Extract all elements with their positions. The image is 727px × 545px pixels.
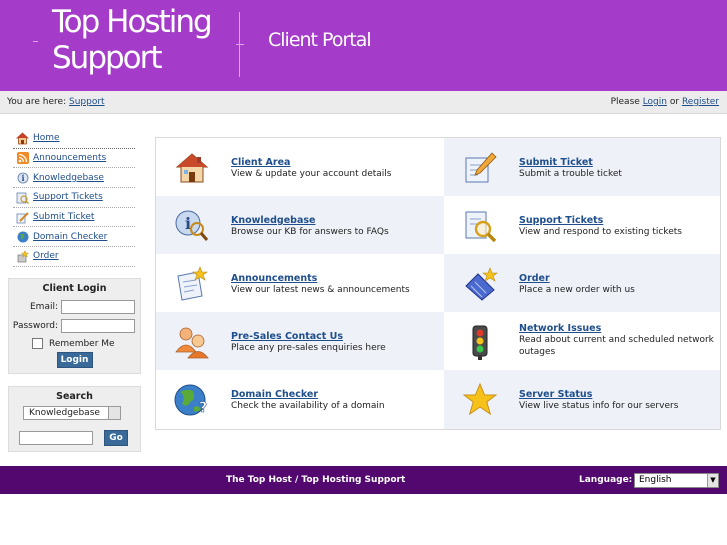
client-login-title: Client Login <box>42 283 107 294</box>
tile-desc: View and respond to existing tickets <box>519 227 682 237</box>
password-field[interactable] <box>61 319 135 333</box>
sidebar-item-announcements[interactable]: Announcements <box>13 149 135 169</box>
info-magnifier-icon: i <box>174 208 210 244</box>
sidebar-item-order[interactable]: Order <box>13 247 135 267</box>
chevron-down-icon <box>108 407 120 419</box>
tile-desc: Place a new order with us <box>519 285 635 295</box>
search-title: Search <box>56 391 93 402</box>
footer: The Top Host / Top Hosting Support Langu… <box>0 466 727 494</box>
tile-title[interactable]: Order <box>519 273 719 284</box>
tile-desc: Check the availability of a domain <box>231 401 385 411</box>
tile-title[interactable]: Network Issues <box>519 323 719 334</box>
portal-title: Client Portal <box>268 29 372 51</box>
order-box-icon <box>462 266 498 302</box>
house-icon <box>174 150 210 186</box>
search-input[interactable] <box>19 431 93 445</box>
sidebar-nav: Home Announcements i Knowledgebase Suppo… <box>13 129 135 267</box>
tile-submit-ticket[interactable]: Submit Ticket Submit a trouble ticket <box>444 138 720 196</box>
tile-title[interactable]: Pre-Sales Contact Us <box>231 331 431 342</box>
svg-text:?: ? <box>199 400 207 416</box>
ticket-magnifier-icon <box>462 208 498 244</box>
tile-desc: Browse our KB for answers to FAQs <box>231 227 389 237</box>
password-label: Password: <box>12 321 58 331</box>
sidebar-item-home[interactable]: Home <box>13 129 135 149</box>
tile-pre-sales-contact[interactable]: Pre-Sales Contact Us Place any pre-sales … <box>156 312 444 370</box>
star-icon <box>462 382 498 418</box>
tile-title[interactable]: Announcements <box>231 273 431 284</box>
tile-client-area[interactable]: Client Area View & update your account de… <box>156 138 444 196</box>
breadcrumb: You are here: Support <box>7 97 105 107</box>
footer-credit: The Top Host / Top Hosting Support <box>226 475 406 485</box>
tile-support-tickets[interactable]: Support Tickets View and respond to exist… <box>444 196 720 254</box>
search-scope-select[interactable]: Knowledgebase <box>23 406 121 420</box>
rss-icon <box>16 152 29 165</box>
email-label: Email: <box>29 302 58 312</box>
order-icon <box>16 249 29 263</box>
login-link[interactable]: Login <box>643 97 667 107</box>
tile-order[interactable]: Order Place a new order with us <box>444 254 720 312</box>
tile-title[interactable]: Client Area <box>231 157 431 168</box>
tile-server-status[interactable]: Server Status View live status info for o… <box>444 370 720 429</box>
knowledgebase-icon: i <box>16 171 29 184</box>
remember-me-checkbox[interactable] <box>32 338 43 349</box>
breadcrumb-bar: You are here: Support Please Login or Re… <box>0 91 727 114</box>
language-label: Language: <box>579 475 633 485</box>
remember-me-label: Remember Me <box>49 338 115 349</box>
tile-knowledgebase[interactable]: i Knowledgebase Browse our KB for answers… <box>156 196 444 254</box>
tile-desc: Read about current and scheduled network… <box>519 335 714 357</box>
login-button[interactable]: Login <box>56 352 93 368</box>
go-button[interactable]: Go <box>104 430 128 446</box>
email-field[interactable] <box>61 300 135 314</box>
tile-title[interactable]: Submit Ticket <box>519 157 719 168</box>
news-star-icon <box>174 266 210 302</box>
tickets-icon <box>16 191 29 204</box>
globe-icon <box>16 230 29 243</box>
breadcrumb-support-link[interactable]: Support <box>69 97 105 107</box>
tile-title[interactable]: Server Status <box>519 389 719 400</box>
tile-desc: View live status info for our servers <box>519 401 679 411</box>
support-options-grid: Client Area View & update your account de… <box>155 137 721 430</box>
sidebar-item-submit-ticket[interactable]: Submit Ticket <box>13 208 135 228</box>
sidebar-item-knowledgebase[interactable]: i Knowledgebase <box>13 168 135 189</box>
logo[interactable]: Top Hosting Support <box>52 4 213 76</box>
tile-domain-checker[interactable]: ? Domain Checker Check the availability o… <box>156 370 444 429</box>
home-icon <box>16 132 29 145</box>
traffic-light-icon <box>462 324 498 360</box>
account-links: Please Login or Register <box>610 97 719 107</box>
people-icon <box>174 324 210 360</box>
register-link[interactable]: Register <box>682 97 719 107</box>
tile-title[interactable]: Support Tickets <box>519 215 719 226</box>
tile-desc: View & update your account details <box>231 169 392 179</box>
sidebar-item-domain-checker[interactable]: Domain Checker <box>13 227 135 248</box>
globe-question-icon: ? <box>174 382 210 418</box>
submit-ticket-icon <box>16 211 29 224</box>
header: Top Hosting Support Client Portal <box>0 0 727 91</box>
pencil-document-icon <box>462 150 498 186</box>
client-login-panel: Client Login Email: Password: Remember M… <box>8 278 141 374</box>
language-select[interactable]: English ▼ <box>634 473 719 488</box>
sidebar-item-support-tickets[interactable]: Support Tickets <box>13 188 135 208</box>
breadcrumb-label: You are here: <box>7 97 67 107</box>
search-panel: Search Knowledgebase Go <box>8 386 141 452</box>
tile-network-issues[interactable]: Network Issues Read about current and sch… <box>444 312 720 370</box>
tile-desc: Submit a trouble ticket <box>519 169 622 179</box>
tile-announcements[interactable]: Announcements View our latest news & anno… <box>156 254 444 312</box>
tile-title[interactable]: Knowledgebase <box>231 215 431 226</box>
tile-desc: Place any pre-sales enquiries here <box>231 343 386 353</box>
svg-text:i: i <box>21 173 24 183</box>
tile-desc: View our latest news & announcements <box>231 285 410 295</box>
tile-title[interactable]: Domain Checker <box>231 389 431 400</box>
chevron-down-icon: ▼ <box>707 474 718 487</box>
